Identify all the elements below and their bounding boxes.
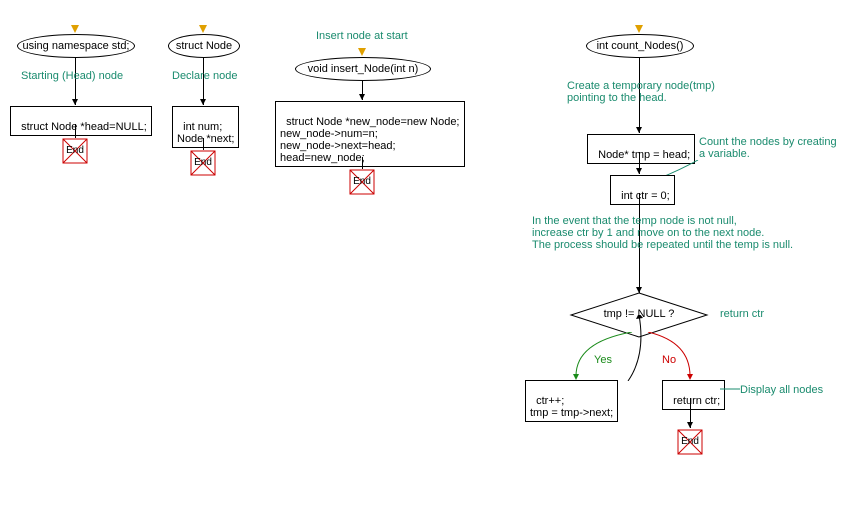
ellipse-namespace: using namespace std; (17, 34, 135, 58)
annotation-return-ctr: return ctr (720, 308, 764, 320)
rect-yes-body-text: ctr++; tmp = tmp->next; (530, 395, 613, 419)
rect-insert-body-text: struct Node *new_node=new Node; new_node… (280, 116, 460, 164)
annotation-count-var: Count the nodes by creating a variable. (699, 136, 837, 160)
arrowhead-4d (687, 422, 693, 428)
annotation-loop-desc: In the event that the temp node is not n… (532, 215, 793, 251)
arrowhead-3a (359, 94, 365, 100)
start-arrow-2 (199, 25, 207, 33)
arrowhead-4a (636, 127, 642, 133)
rect-yes-body: ctr++; tmp = tmp->next; (525, 380, 618, 422)
annotation-insert-start: Insert node at start (316, 30, 408, 42)
annotation-display-all: Display all nodes (740, 384, 823, 396)
rect-no-return: return ctr; (662, 380, 725, 410)
loop-back-edge (622, 315, 650, 384)
rect-head-null: struct Node *head=NULL; (10, 106, 152, 136)
rect-node-fields: int num; Node *next; (172, 106, 239, 148)
ellipse-struct-node-text: struct Node (176, 40, 232, 52)
ellipse-insert-node-text: void insert_Node(int n) (308, 63, 419, 75)
rect-ctr-zero-text: int ctr = 0; (621, 190, 670, 202)
arrowhead-4b (636, 168, 642, 174)
line-2b (203, 138, 204, 150)
start-arrow-3 (358, 48, 366, 56)
annotation-tmp-create: Create a temporary node(tmp) pointing to… (567, 80, 715, 104)
line-3b (362, 157, 363, 169)
ellipse-struct-node: struct Node (168, 34, 240, 58)
line-1b (75, 124, 76, 138)
end-2-label: End (190, 157, 216, 168)
start-arrow-1 (71, 25, 79, 33)
annotation-head-node: Starting (Head) node (21, 70, 123, 82)
yes-label: Yes (594, 354, 612, 366)
arrowhead-2a (200, 99, 206, 105)
arrowhead-1a (72, 99, 78, 105)
annotation-declare-node: Declare node (172, 70, 237, 82)
rect-ctr-zero: int ctr = 0; (610, 175, 675, 205)
ellipse-count-nodes: int count_Nodes() (586, 34, 694, 58)
rect-insert-body: struct Node *new_node=new Node; new_node… (275, 101, 465, 167)
no-label: No (662, 354, 676, 366)
ellipse-insert-node: void insert_Node(int n) (295, 57, 431, 81)
end-1-label: End (62, 145, 88, 156)
ellipse-namespace-text: using namespace std; (22, 40, 129, 52)
rect-node-fields-text: int num; Node *next; (177, 121, 234, 145)
rect-no-return-text: return ctr; (673, 395, 720, 407)
start-arrow-4 (635, 25, 643, 33)
end-3-label: End (349, 176, 375, 187)
end-4-label: End (677, 436, 703, 447)
rect-head-null-text: struct Node *head=NULL; (21, 121, 147, 133)
ellipse-count-nodes-text: int count_Nodes() (597, 40, 684, 52)
display-leader (720, 384, 740, 396)
